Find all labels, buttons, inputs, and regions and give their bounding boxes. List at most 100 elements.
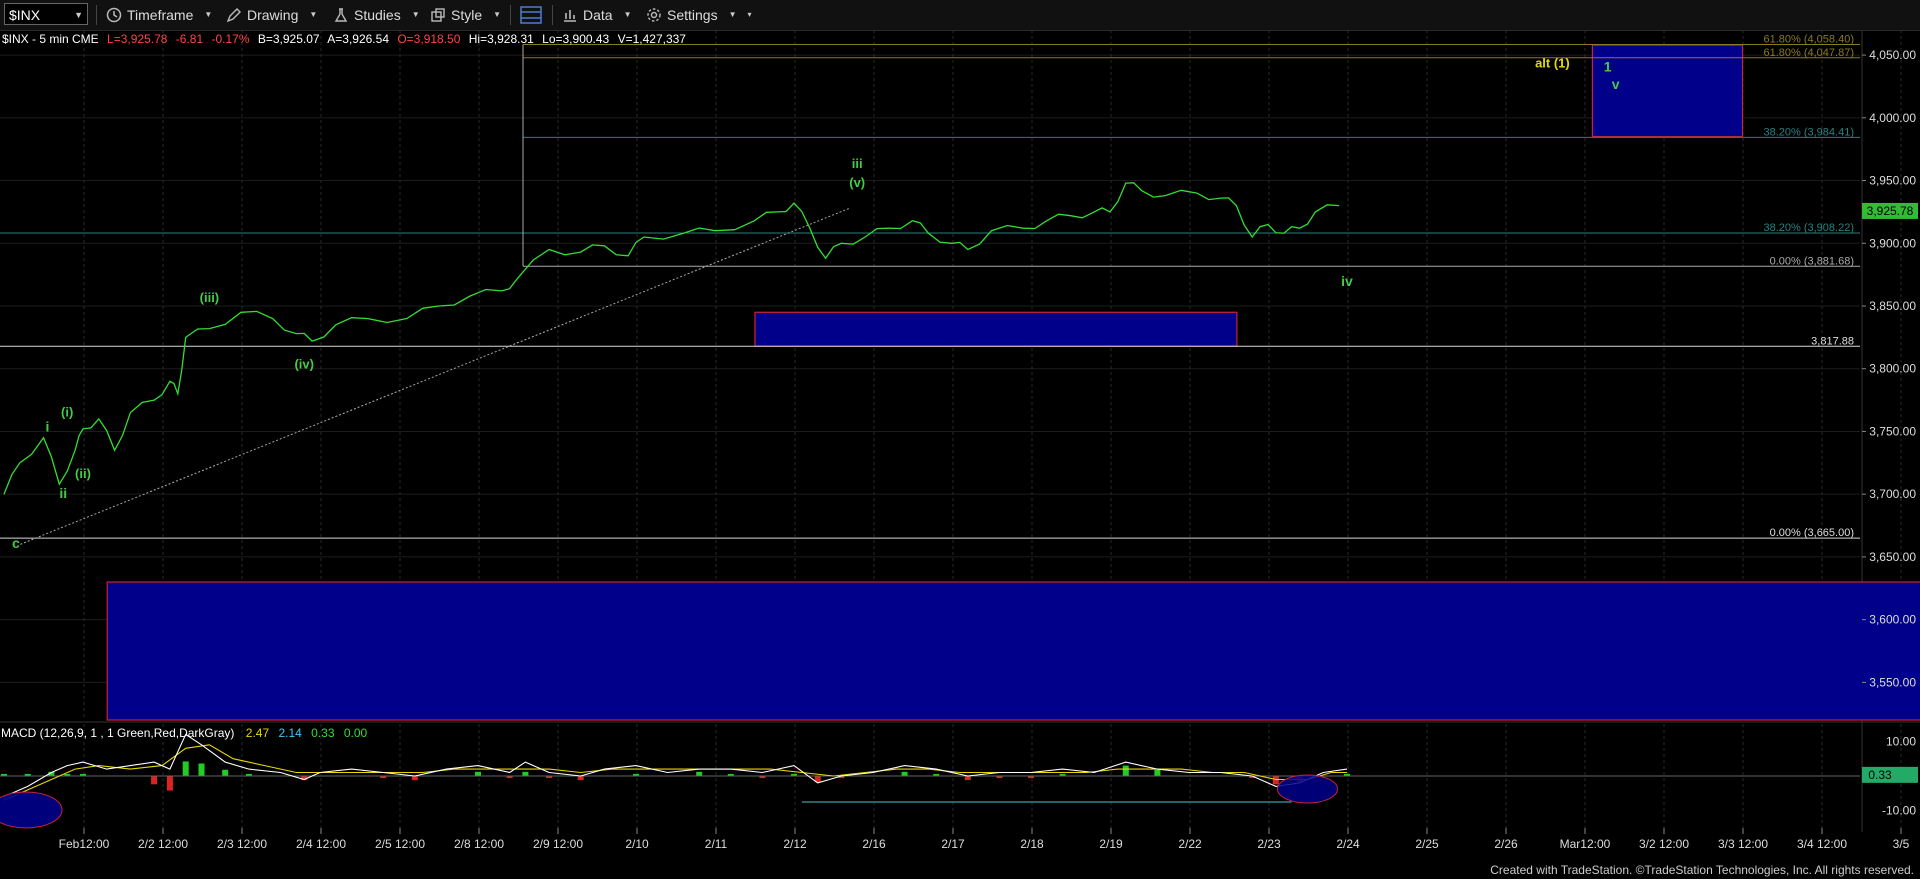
- fib-label: 38.20% (3,908.22): [1763, 222, 1854, 234]
- status-change: -6.81: [176, 32, 204, 46]
- box-mid-left: [754, 311, 1238, 347]
- x-tick-label: 2/10: [625, 837, 649, 851]
- wave-label: (iv): [294, 357, 314, 372]
- x-tick-label: 2/9 12:00: [533, 837, 583, 851]
- y-tick-label: 4,000.00: [1869, 111, 1916, 125]
- box-wave-(2): [106, 581, 1920, 721]
- x-tick-label: 2/23: [1257, 837, 1281, 851]
- y-tick-label: 3,800.00: [1869, 362, 1916, 376]
- x-tick-label: 2/5 12:00: [375, 837, 425, 851]
- x-tick-label: 2/25: [1415, 837, 1439, 851]
- macd-highlight-left: [0, 791, 63, 829]
- macd-label: MACD (12,26,9, 1 , 1 Green,Red,DarkGray): [1, 726, 234, 740]
- fib-label: 38.20% (3,984.41): [1763, 126, 1854, 138]
- macd-hist-bar: [522, 771, 529, 776]
- y-tick-label: 3,750.00: [1869, 424, 1916, 438]
- status-open: O=3,918.50: [397, 32, 460, 46]
- x-tick-label: 2/4 12:00: [296, 837, 346, 851]
- x-tick-label: 3/4 12:00: [1797, 837, 1847, 851]
- macd-hist-bar: [411, 776, 418, 781]
- fib-label: 61.80% (4,058.40): [1763, 34, 1854, 46]
- y-tick-label: 4,050.00: [1869, 48, 1916, 62]
- x-tick-label: 2/3 12:00: [217, 837, 267, 851]
- macd-panel: 10.00 0.33 -10.00: [0, 733, 1918, 829]
- fib-label: 0.00% (3,665.00): [1770, 527, 1854, 539]
- macd-hist-bar: [1272, 776, 1279, 785]
- wave-label: alt (1): [1535, 56, 1570, 71]
- last-price-label: 3,925.78: [1867, 204, 1914, 218]
- status-low: Lo=3,900.43: [542, 32, 609, 46]
- macd-hist-bar: [577, 776, 584, 781]
- x-tick-label: 2/18: [1020, 837, 1044, 851]
- macd-line: [3, 733, 1348, 798]
- macd-highlight-right: [1277, 774, 1338, 804]
- target-boxes: [106, 44, 1920, 721]
- status-high: Hi=3,928.31: [469, 32, 534, 46]
- x-tick-label: 2/26: [1494, 837, 1518, 851]
- x-tick-label: 2/24: [1336, 837, 1360, 851]
- macd-hist-bar: [475, 771, 481, 776]
- x-tick-label: 2/16: [862, 837, 886, 851]
- wave-label: i: [46, 418, 50, 434]
- status-ask: A=3,926.54: [327, 32, 389, 46]
- x-tick-label: 2/19: [1099, 837, 1123, 851]
- wave-label: (i): [61, 404, 73, 419]
- x-tick-label: 2/11: [705, 837, 728, 851]
- y-tick-label: 3,600.00: [1869, 613, 1916, 627]
- x-tick-label: 2/12: [783, 837, 807, 851]
- status-symbol: $INX - 5 min CME: [2, 32, 99, 46]
- macd-hist-bar: [222, 769, 229, 776]
- macd-hist-bar: [964, 776, 971, 781]
- x-tick-label: 2/2 12:00: [138, 837, 188, 851]
- y-tick-label: 3,650.00: [1869, 550, 1916, 564]
- x-tick-label: Feb12:00: [59, 837, 110, 851]
- status-line: $INX - 5 min CME L=3,925.78 -6.81 -0.17%…: [2, 32, 686, 46]
- status-pct: -0.17%: [211, 32, 249, 46]
- macd-axis-label: -10.00: [1882, 804, 1916, 818]
- macd-value-1: 2.47: [246, 726, 270, 740]
- fib-label: 3,817.88: [1811, 335, 1854, 347]
- macd-value-3: 0.33: [311, 726, 335, 740]
- y-tick-label: 3,900.00: [1869, 236, 1916, 250]
- macd-hist-bar: [1154, 769, 1161, 776]
- x-tick-label: 2/22: [1178, 837, 1202, 851]
- x-tick-label: 3/3 12:00: [1718, 837, 1768, 851]
- time-axis: Feb12:00 2/2 12:00 2/3 12:00 2/4 12:00 2/5 1…: [0, 828, 1920, 856]
- macd-hist-bar: [198, 763, 205, 776]
- fib-label: 61.80% (4,047.87): [1763, 47, 1854, 59]
- macd-axis-label: 10.00: [1886, 734, 1916, 748]
- wave-label: (iii): [200, 290, 220, 305]
- macd-axis-label: 0.33: [1868, 768, 1892, 782]
- wave-label: iv: [1341, 273, 1353, 289]
- x-tick-label: 2/8 12:00: [454, 837, 504, 851]
- wave-label: (ii): [75, 466, 91, 481]
- macd-hist-bar: [166, 776, 173, 791]
- wave-label: iii: [852, 156, 863, 171]
- macd-hist-bar: [182, 761, 189, 776]
- fib-label: 0.00% (3,881.68): [1770, 255, 1854, 267]
- y-tick-label: 3,700.00: [1869, 487, 1916, 501]
- x-tick-label: Mar12:00: [1560, 837, 1611, 851]
- macd-value-2: 2.14: [278, 726, 302, 740]
- wave-label: 1: [1604, 58, 1612, 74]
- x-tick-label: 2/17: [941, 837, 965, 851]
- wave-label: (v): [849, 175, 865, 190]
- status-volume: V=1,427,337: [618, 32, 687, 46]
- macd-hist-bar: [696, 771, 703, 776]
- wave-label: v: [1612, 76, 1620, 92]
- status-bid: B=3,925.07: [258, 32, 320, 46]
- macd-hist-bar: [151, 776, 158, 785]
- macd-header: MACD (12,26,9, 1 , 1 Green,Red,DarkGray)…: [1, 726, 368, 740]
- y-tick-label: 3,850.00: [1869, 299, 1916, 313]
- fib-lines: 61.80% (4,058.40)61.80% (4,047.87) 38.20%…: [0, 34, 1860, 539]
- status-last: L=3,925.78: [107, 32, 168, 46]
- wave-label: ii: [59, 485, 67, 501]
- price-chart[interactable]: 61.80% (4,058.40)61.80% (4,047.87) 38.20%…: [0, 0, 1920, 879]
- x-tick-label: 3/5: [1893, 837, 1910, 851]
- y-tick-label: 3,550.00: [1869, 675, 1916, 689]
- macd-value-4: 0.00: [344, 726, 368, 740]
- x-tick-label: 3/2 12:00: [1639, 837, 1689, 851]
- wave-label: c: [12, 535, 20, 551]
- macd-hist-bar: [1122, 765, 1129, 776]
- macd-hist-bar: [901, 771, 908, 776]
